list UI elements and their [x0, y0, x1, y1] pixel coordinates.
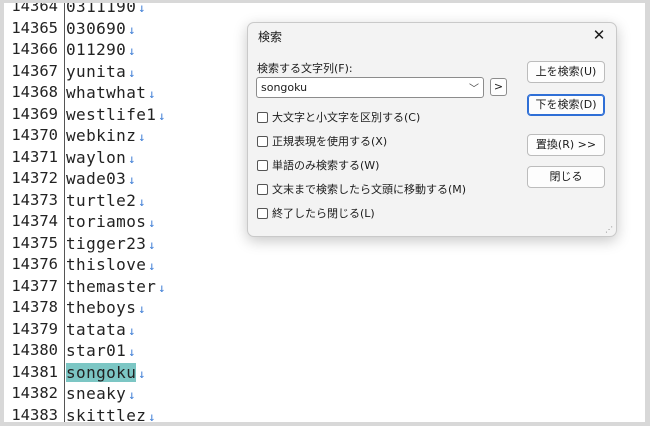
checkbox[interactable]: [257, 183, 268, 195]
line-number: 14375: [11, 233, 58, 252]
line-number: 14373: [11, 190, 58, 209]
line-end-arrow-icon: ↓: [138, 3, 146, 15]
editor-line[interactable]: 14379 tatata ↓: [4, 319, 645, 341]
find-down-button[interactable]: 下を検索(D): [527, 94, 605, 116]
editor-line[interactable]: 14377 themaster ↓: [4, 276, 645, 298]
line-number: 14381: [11, 362, 58, 381]
line-end-arrow-icon: ↓: [148, 259, 156, 273]
line-text[interactable]: 030690 ↓: [66, 18, 136, 42]
find-dialog: 検索 ✕ 検索する文字列(F): songoku ﹀ > 大文字と小文字を区別す…: [247, 22, 617, 237]
line-text[interactable]: westlife1 ↓: [66, 104, 166, 128]
line-text[interactable]: themaster ↓: [66, 276, 166, 300]
chevron-down-icon[interactable]: ﹀: [469, 80, 479, 95]
option-whole-word[interactable]: 単語のみ検索する(W): [257, 157, 379, 173]
line-number: 14364: [11, 3, 58, 15]
editor-line[interactable]: 14380 star01 ↓: [4, 340, 645, 362]
line-text[interactable]: tatata ↓: [66, 319, 136, 343]
editor-line[interactable]: 14381 songoku ↓: [4, 362, 645, 384]
line-end-arrow-icon: ↓: [128, 65, 136, 80]
option-wrap-around[interactable]: 文末まで検索したら文頭に移動する(M): [257, 181, 466, 197]
line-end-arrow-icon: ↓: [148, 87, 156, 101]
line-text[interactable]: 011290 ↓: [66, 39, 136, 63]
option-case-sensitive[interactable]: 大文字と小文字を区別する(C): [257, 109, 420, 125]
line-end-arrow-icon: ↓: [128, 44, 136, 58]
line-text[interactable]: skittlez ↓: [66, 405, 156, 423]
line-end-arrow-icon: ↓: [128, 151, 136, 166]
line-number: 14365: [11, 18, 58, 37]
line-end-arrow-icon: ↓: [158, 280, 166, 295]
line-number: 14379: [11, 319, 58, 338]
history-button[interactable]: >: [490, 78, 507, 96]
line-number: 14370: [11, 126, 58, 144]
line-end-arrow-icon: ↓: [138, 302, 146, 316]
resize-grip-icon[interactable]: ⋰: [605, 225, 613, 234]
editor-line[interactable]: 14376 thislove ↓: [4, 254, 645, 276]
line-number: 14383: [11, 405, 58, 423]
checkbox[interactable]: [257, 207, 268, 219]
line-end-arrow-icon: ↓: [138, 194, 146, 209]
line-end-arrow-icon: ↓: [128, 388, 136, 402]
option-regex[interactable]: 正規表現を使用する(X): [257, 133, 387, 149]
line-end-arrow-icon: ↓: [138, 130, 146, 144]
line-text[interactable]: songoku ↓: [66, 362, 146, 386]
line-end-arrow-icon: ↓: [128, 345, 136, 359]
editor-line[interactable]: 14378 theboys ↓: [4, 297, 645, 319]
line-number: 14367: [11, 61, 58, 80]
checkbox[interactable]: [257, 111, 268, 123]
line-number: 14366: [11, 40, 58, 58]
line-number: 14378: [11, 298, 58, 316]
line-text[interactable]: turtle2 ↓: [66, 190, 146, 214]
line-number: 14372: [11, 169, 58, 187]
search-input-value: songoku: [261, 81, 308, 94]
line-text[interactable]: sneaky ↓: [66, 383, 136, 407]
line-text[interactable]: star01 ↓: [66, 340, 136, 364]
line-text[interactable]: theboys ↓: [66, 297, 146, 321]
line-text[interactable]: thislove ↓: [66, 254, 156, 278]
editor-line[interactable]: 14383 skittlez ↓: [4, 405, 645, 423]
editor-line[interactable]: 14364 0311190 ↓: [4, 3, 645, 18]
line-text[interactable]: toriamos ↓: [66, 211, 156, 235]
close-icon[interactable]: ✕: [589, 25, 609, 45]
line-text[interactable]: wade03 ↓: [66, 168, 136, 192]
line-text[interactable]: waylon ↓: [66, 147, 136, 171]
option-close-when-done[interactable]: 終了したら閉じる(L): [257, 205, 375, 221]
line-number: 14371: [11, 147, 58, 166]
close-button[interactable]: 閉じる: [527, 166, 605, 188]
line-text[interactable]: tigger23 ↓: [66, 233, 156, 257]
line-number: 14380: [11, 341, 58, 359]
line-text[interactable]: webkinz ↓: [66, 125, 146, 149]
editor-line[interactable]: 14382 sneaky ↓: [4, 383, 645, 405]
line-number: 14376: [11, 255, 58, 273]
find-up-button[interactable]: 上を検索(U): [527, 61, 605, 83]
line-end-arrow-icon: ↓: [128, 22, 136, 37]
line-number: 14374: [11, 212, 58, 230]
replace-button[interactable]: 置換(R) >>: [527, 134, 605, 156]
line-text[interactable]: yunita ↓: [66, 61, 136, 85]
search-input[interactable]: songoku ﹀: [256, 77, 484, 98]
checkbox[interactable]: [257, 159, 268, 171]
line-number: 14382: [11, 384, 58, 402]
search-match-highlight[interactable]: songoku: [66, 362, 137, 382]
line-end-arrow-icon: ↓: [128, 173, 136, 187]
line-number: 14368: [11, 83, 58, 101]
find-label: 検索する文字列(F):: [257, 62, 353, 75]
line-end-arrow-icon: ↓: [148, 409, 156, 423]
line-number: 14377: [11, 276, 58, 295]
line-end-arrow-icon: ↓: [148, 237, 156, 252]
line-end-arrow-icon: ↓: [158, 108, 166, 123]
dialog-title: 検索: [258, 30, 283, 44]
line-text[interactable]: whatwhat ↓: [66, 82, 156, 106]
line-end-arrow-icon: ↓: [138, 366, 146, 381]
line-number: 14369: [11, 104, 58, 123]
line-end-arrow-icon: ↓: [148, 216, 156, 230]
line-number-divider: [64, 3, 65, 422]
line-end-arrow-icon: ↓: [128, 323, 136, 338]
checkbox[interactable]: [257, 135, 268, 147]
